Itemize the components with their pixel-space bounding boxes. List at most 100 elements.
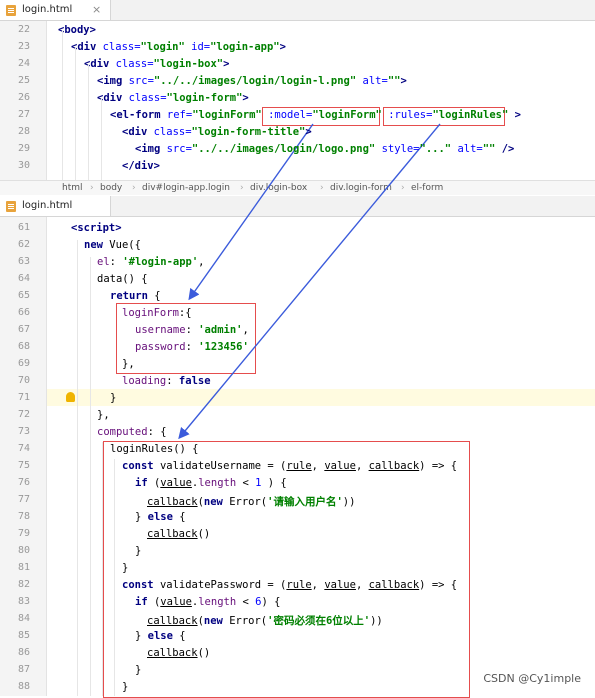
code-token: } bbox=[135, 511, 148, 523]
code-token: > bbox=[400, 75, 407, 87]
lightbulb-icon[interactable] bbox=[66, 392, 75, 402]
code-token: :{ bbox=[178, 307, 192, 319]
code-token: /> bbox=[501, 143, 515, 155]
code-token: <div bbox=[122, 126, 154, 138]
code-token: validateUsername = ( bbox=[159, 460, 287, 472]
code-token: , bbox=[355, 579, 369, 591]
line-number: 76 bbox=[17, 477, 30, 488]
code-token: < bbox=[236, 596, 256, 608]
code-token: } bbox=[135, 545, 142, 557]
line-number: 61 bbox=[17, 222, 30, 233]
code-token: , bbox=[311, 460, 325, 472]
code-token: "loginForm" bbox=[192, 109, 269, 121]
code-token: } bbox=[135, 630, 148, 642]
code-token: length bbox=[198, 477, 237, 489]
code-token: validatePassword = ( bbox=[159, 579, 287, 591]
code-token: new bbox=[203, 496, 230, 508]
line-number: 25 bbox=[17, 75, 30, 86]
current-line-highlight bbox=[47, 389, 595, 406]
breadcrumb-separator: › bbox=[320, 183, 324, 193]
code-token: class= bbox=[153, 126, 192, 138]
code-token: <img bbox=[97, 75, 129, 87]
breadcrumb-item[interactable]: el-form bbox=[411, 181, 443, 195]
code-token: false bbox=[178, 375, 211, 387]
code-token: { bbox=[179, 630, 186, 642]
code-token: "loginRules" bbox=[432, 109, 515, 121]
line-number: 68 bbox=[17, 341, 30, 352]
code-line: <div class="login" id="login-app"> bbox=[71, 41, 286, 53]
code-line: if (value.length < 1 ) { bbox=[135, 477, 287, 489]
code-line: } bbox=[135, 664, 141, 676]
code-token: <script> bbox=[71, 222, 122, 234]
code-token: callback bbox=[147, 647, 198, 659]
line-number: 84 bbox=[17, 613, 30, 624]
code-token: id= bbox=[191, 41, 211, 53]
code-token: Error( bbox=[229, 496, 268, 508]
line-number: 83 bbox=[17, 596, 30, 607]
code-token: style= bbox=[381, 143, 420, 155]
tab-login-html-bottom[interactable]: login.html bbox=[0, 196, 111, 216]
code-token: loginRules() { bbox=[110, 443, 199, 455]
code-token: </div> bbox=[122, 160, 160, 172]
code-token: )) bbox=[342, 496, 356, 508]
code-token: : bbox=[109, 256, 123, 268]
bottom-gutter bbox=[0, 217, 47, 696]
code-token: rule bbox=[286, 579, 312, 591]
code-token: : { bbox=[147, 426, 167, 438]
code-line: <div class="login-box"> bbox=[84, 58, 229, 70]
code-line: <img src="../../images/login/login-l.png… bbox=[97, 75, 407, 87]
code-token: value bbox=[160, 477, 192, 489]
line-number: 71 bbox=[17, 392, 30, 403]
breadcrumb-item[interactable]: div#login-app.login bbox=[142, 181, 230, 195]
code-token: <body> bbox=[58, 24, 96, 36]
line-number: 23 bbox=[17, 41, 30, 52]
breadcrumb-item[interactable]: div.login-form bbox=[330, 181, 392, 195]
code-line: new Vue({ bbox=[84, 239, 141, 251]
breadcrumb-item[interactable]: html bbox=[62, 181, 83, 195]
line-number: 62 bbox=[17, 239, 30, 250]
code-token: username bbox=[135, 324, 186, 336]
line-number: 65 bbox=[17, 290, 30, 301]
code-token: { bbox=[179, 511, 186, 523]
code-token: loginForm bbox=[122, 307, 179, 319]
code-token: length bbox=[198, 596, 237, 608]
code-token: new bbox=[203, 615, 230, 627]
indent-guide bbox=[101, 98, 102, 180]
code-token: : bbox=[166, 375, 179, 387]
code-token: 'admin' bbox=[198, 324, 243, 336]
code-token: "login-form" bbox=[166, 92, 243, 104]
code-line: el: '#login-app', bbox=[97, 256, 205, 268]
code-line: const validatePassword = (rule, value, c… bbox=[122, 579, 457, 591]
line-number: 81 bbox=[17, 562, 30, 573]
line-number: 28 bbox=[17, 126, 30, 137]
code-line: }, bbox=[97, 409, 110, 421]
line-number: 79 bbox=[17, 528, 30, 539]
line-number: 74 bbox=[17, 443, 30, 454]
code-token: return bbox=[110, 290, 155, 302]
line-number: 26 bbox=[17, 92, 30, 103]
line-number: 63 bbox=[17, 256, 30, 267]
code-token: { bbox=[154, 290, 161, 302]
line-number: 69 bbox=[17, 358, 30, 369]
tab-login-html-top[interactable]: login.html × bbox=[0, 0, 111, 20]
code-token: Error( bbox=[229, 615, 268, 627]
close-icon[interactable]: × bbox=[92, 0, 101, 20]
code-token: , bbox=[355, 460, 369, 472]
code-token: } bbox=[110, 392, 117, 404]
code-token: }, bbox=[97, 409, 110, 421]
code-token: "loginForm" bbox=[312, 109, 389, 121]
code-token: > bbox=[514, 109, 521, 121]
line-number: 27 bbox=[17, 109, 30, 120]
code-token: , bbox=[311, 579, 325, 591]
code-token: )) bbox=[370, 615, 383, 627]
code-token: callback bbox=[147, 496, 198, 508]
breadcrumb-item[interactable]: body bbox=[100, 181, 122, 195]
line-number: 24 bbox=[17, 58, 30, 69]
breadcrumb: html › body › div#login-app.login › div.login-… bbox=[0, 180, 595, 195]
breadcrumb-item[interactable]: div.login-box bbox=[250, 181, 307, 195]
code-line: <img src="../../images/login/logo.png" s… bbox=[135, 143, 514, 155]
code-line: const validateUsername = (rule, value, c… bbox=[122, 460, 457, 472]
line-number: 66 bbox=[17, 307, 30, 318]
code-token: if bbox=[135, 596, 154, 608]
code-token: ref= bbox=[166, 109, 193, 121]
